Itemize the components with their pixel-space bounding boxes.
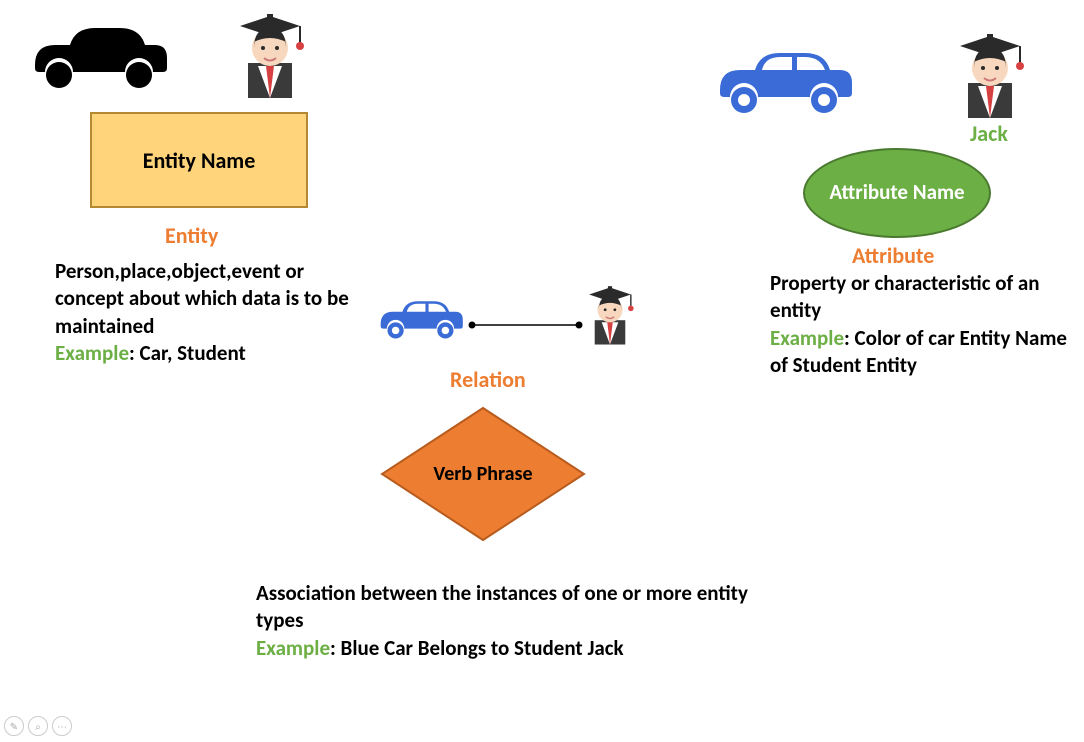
- entity-title: Entity: [165, 222, 218, 249]
- entity-description-block: Person,place,object,event or concept abo…: [55, 258, 355, 367]
- car-icon-black: [15, 10, 175, 105]
- clipboard-icon[interactable]: ✎: [4, 716, 24, 736]
- attribute-name-oval: Attribute Name: [803, 148, 991, 238]
- entity-description: Person,place,object,event or concept abo…: [55, 258, 349, 339]
- relation-diamond-label: Verb Phrase: [433, 463, 532, 485]
- bottom-toolbar: ✎ ⌕ ⋯: [4, 716, 72, 736]
- relation-description-block: Association between the instances of one…: [256, 580, 756, 662]
- student-icon-relation: [582, 282, 638, 353]
- attribute-example-label: Example: [770, 325, 844, 351]
- more-icon[interactable]: ⋯: [52, 716, 72, 736]
- attribute-description-block: Property or characteristic of an entity …: [770, 270, 1080, 379]
- relation-connector-line: [468, 316, 583, 335]
- entity-example-label: Example: [55, 340, 129, 366]
- entity-box-label: Entity Name: [143, 147, 256, 174]
- student-icon-entity: [230, 8, 310, 108]
- zoom-icon[interactable]: ⌕: [28, 716, 48, 736]
- attribute-title: Attribute: [852, 242, 934, 269]
- relation-example-label: Example: [256, 635, 330, 661]
- relation-example-text: : Blue Car Belongs to Student Jack: [330, 635, 624, 661]
- entity-name-box: Entity Name: [90, 112, 308, 208]
- attribute-description: Property or characteristic of an entity: [770, 270, 1040, 323]
- jack-label: Jack: [970, 120, 1008, 147]
- car-icon-blue-relation: [368, 290, 468, 351]
- student-icon-attribute: [950, 28, 1030, 128]
- car-icon-blue-attribute: [700, 35, 860, 130]
- entity-example-text: : Car, Student: [129, 340, 246, 366]
- relation-description: Association between the instances of one…: [256, 580, 748, 633]
- attribute-oval-label: Attribute Name: [829, 181, 964, 204]
- relation-title: Relation: [450, 366, 526, 393]
- relation-verb-diamond: Verb Phrase: [378, 404, 588, 544]
